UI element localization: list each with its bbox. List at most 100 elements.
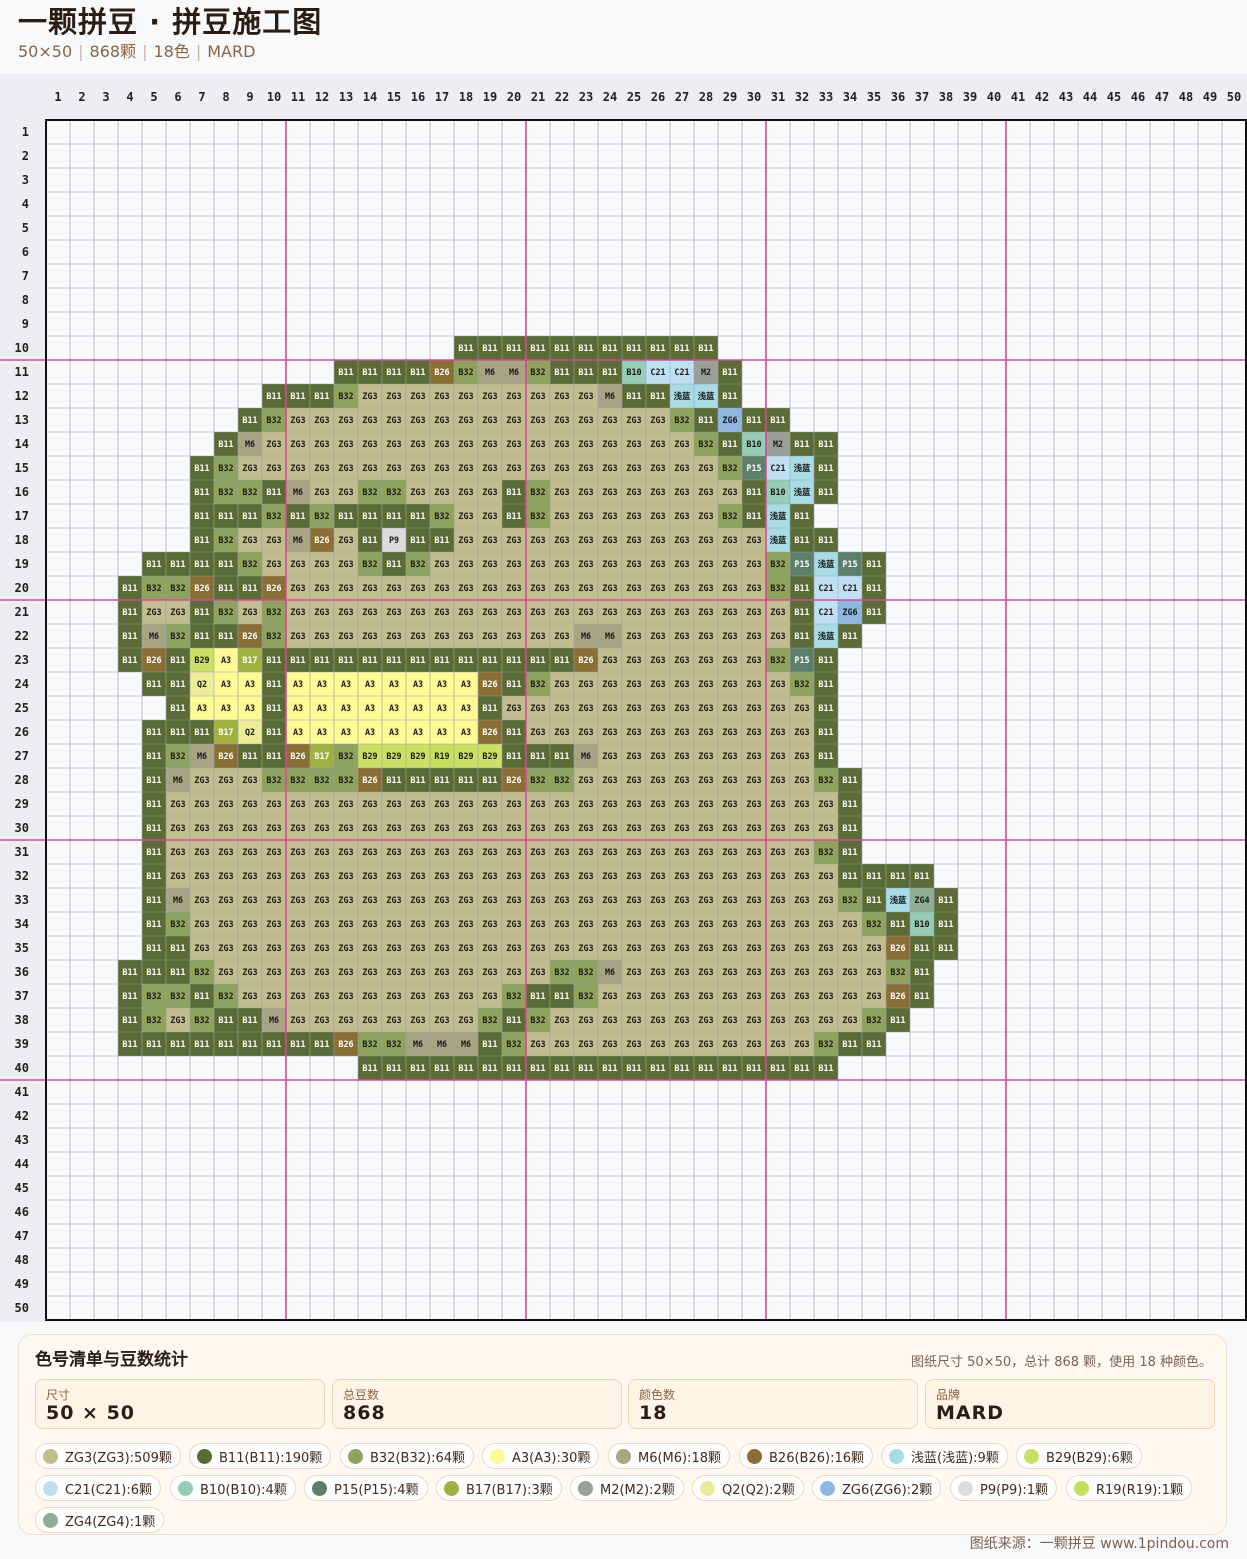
- bead-cell[interactable]: B11: [214, 576, 238, 600]
- bead-cell[interactable]: ZG3: [622, 888, 646, 912]
- bead-cell[interactable]: ZG3: [742, 816, 766, 840]
- bead-cell[interactable]: ZG3: [286, 792, 310, 816]
- bead-cell[interactable]: ZG3: [526, 720, 550, 744]
- bead-cell[interactable]: B32: [262, 624, 286, 648]
- bead-cell[interactable]: ZG3: [694, 720, 718, 744]
- palette-chip[interactable]: ZG3(ZG3):509颗: [35, 1443, 181, 1469]
- bead-cell[interactable]: ZG3: [430, 912, 454, 936]
- bead-cell[interactable]: ZG3: [694, 480, 718, 504]
- bead-cell[interactable]: ZG3: [670, 624, 694, 648]
- bead-cell[interactable]: A3: [190, 696, 214, 720]
- bead-cell[interactable]: ZG3: [766, 792, 790, 816]
- bead-cell[interactable]: ZG3: [646, 768, 670, 792]
- bead-cell[interactable]: ZG3: [238, 984, 262, 1008]
- bead-cell[interactable]: 浅蓝: [790, 456, 814, 480]
- bead-cell[interactable]: ZG3: [238, 768, 262, 792]
- bead-cell[interactable]: B32: [382, 1032, 406, 1056]
- bead-cell[interactable]: ZG3: [646, 672, 670, 696]
- bead-cell[interactable]: B32: [526, 1008, 550, 1032]
- bead-cell[interactable]: ZG3: [574, 720, 598, 744]
- bead-cell[interactable]: ZG3: [790, 792, 814, 816]
- bead-cell[interactable]: B11: [382, 504, 406, 528]
- bead-cell[interactable]: ZG3: [190, 768, 214, 792]
- bead-cell[interactable]: B11: [478, 696, 502, 720]
- bead-cell[interactable]: B11: [166, 552, 190, 576]
- bead-cell[interactable]: B26: [142, 648, 166, 672]
- bead-cell[interactable]: ZG3: [694, 792, 718, 816]
- bead-cell[interactable]: ZG3: [670, 600, 694, 624]
- bead-cell[interactable]: B11: [790, 528, 814, 552]
- bead-cell[interactable]: B32: [862, 912, 886, 936]
- bead-cell[interactable]: B32: [214, 480, 238, 504]
- bead-cell[interactable]: ZG3: [598, 528, 622, 552]
- bead-cell[interactable]: B11: [646, 1056, 670, 1080]
- bead-cell[interactable]: ZG3: [334, 480, 358, 504]
- bead-cell[interactable]: B11: [262, 696, 286, 720]
- bead-cell[interactable]: B32: [166, 984, 190, 1008]
- bead-cell[interactable]: ZG3: [718, 528, 742, 552]
- palette-chip[interactable]: A3(A3):30颗: [482, 1443, 600, 1469]
- bead-cell[interactable]: ZG3: [718, 648, 742, 672]
- bead-cell[interactable]: B11: [790, 624, 814, 648]
- bead-cell[interactable]: ZG3: [598, 1008, 622, 1032]
- bead-cell[interactable]: M6: [502, 360, 526, 384]
- bead-cell[interactable]: B32: [766, 648, 790, 672]
- bead-cell[interactable]: ZG3: [766, 768, 790, 792]
- bead-cell[interactable]: ZG3: [310, 600, 334, 624]
- bead-cell[interactable]: ZG3: [718, 864, 742, 888]
- bead-cell[interactable]: ZG3: [670, 432, 694, 456]
- bead-cell[interactable]: ZG3: [382, 624, 406, 648]
- bead-cell[interactable]: A3: [430, 696, 454, 720]
- bead-cell[interactable]: 浅蓝: [814, 624, 838, 648]
- bead-cell[interactable]: B11: [142, 864, 166, 888]
- bead-cell[interactable]: B32: [190, 960, 214, 984]
- bead-cell[interactable]: B11: [838, 816, 862, 840]
- palette-chip[interactable]: M2(M2):2颗: [570, 1475, 684, 1501]
- bead-cell[interactable]: ZG3: [862, 984, 886, 1008]
- bead-cell[interactable]: B11: [718, 432, 742, 456]
- bead-cell[interactable]: M6: [574, 744, 598, 768]
- bead-cell[interactable]: B32: [526, 504, 550, 528]
- bead-cell[interactable]: B32: [718, 456, 742, 480]
- bead-cell[interactable]: A3: [310, 672, 334, 696]
- bead-cell[interactable]: B11: [310, 384, 334, 408]
- bead-cell[interactable]: B11: [838, 792, 862, 816]
- bead-cell[interactable]: ZG3: [694, 456, 718, 480]
- bead-cell[interactable]: ZG3: [574, 504, 598, 528]
- bead-cell[interactable]: B11: [502, 720, 526, 744]
- bead-cell[interactable]: ZG3: [670, 792, 694, 816]
- bead-cell[interactable]: ZG3: [310, 816, 334, 840]
- bead-cell[interactable]: ZG3: [334, 792, 358, 816]
- bead-cell[interactable]: B32: [526, 768, 550, 792]
- bead-cell[interactable]: ZG3: [670, 696, 694, 720]
- bead-cell[interactable]: ZG3: [310, 912, 334, 936]
- bead-cell[interactable]: ZG3: [814, 1008, 838, 1032]
- bead-cell[interactable]: ZG3: [406, 576, 430, 600]
- bead-cell[interactable]: M6: [598, 960, 622, 984]
- bead-cell[interactable]: ZG3: [670, 984, 694, 1008]
- bead-cell[interactable]: ZG3: [286, 984, 310, 1008]
- bead-cell[interactable]: B11: [190, 1032, 214, 1056]
- bead-cell[interactable]: ZG3: [502, 936, 526, 960]
- bead-cell[interactable]: B32: [814, 768, 838, 792]
- bead-cell[interactable]: P15: [790, 552, 814, 576]
- bead-cell[interactable]: ZG3: [454, 840, 478, 864]
- bead-cell[interactable]: ZG3: [742, 792, 766, 816]
- bead-cell[interactable]: B11: [358, 1056, 382, 1080]
- bead-cell[interactable]: ZG3: [742, 912, 766, 936]
- bead-cell[interactable]: ZG3: [502, 840, 526, 864]
- bead-cell[interactable]: ZG3: [214, 912, 238, 936]
- bead-cell[interactable]: ZG3: [502, 528, 526, 552]
- bead-cell[interactable]: B32: [262, 600, 286, 624]
- bead-cell[interactable]: ZG3: [478, 864, 502, 888]
- bead-cell[interactable]: B32: [862, 1008, 886, 1032]
- bead-cell[interactable]: ZG3: [742, 960, 766, 984]
- bead-cell[interactable]: ZG3: [742, 696, 766, 720]
- bead-cell[interactable]: B11: [934, 936, 958, 960]
- bead-cell[interactable]: B11: [886, 1008, 910, 1032]
- bead-cell[interactable]: ZG3: [478, 984, 502, 1008]
- bead-cell[interactable]: ZG3: [550, 816, 574, 840]
- bead-cell[interactable]: ZG3: [526, 840, 550, 864]
- bead-cell[interactable]: ZG3: [310, 552, 334, 576]
- bead-cell[interactable]: ZG3: [214, 816, 238, 840]
